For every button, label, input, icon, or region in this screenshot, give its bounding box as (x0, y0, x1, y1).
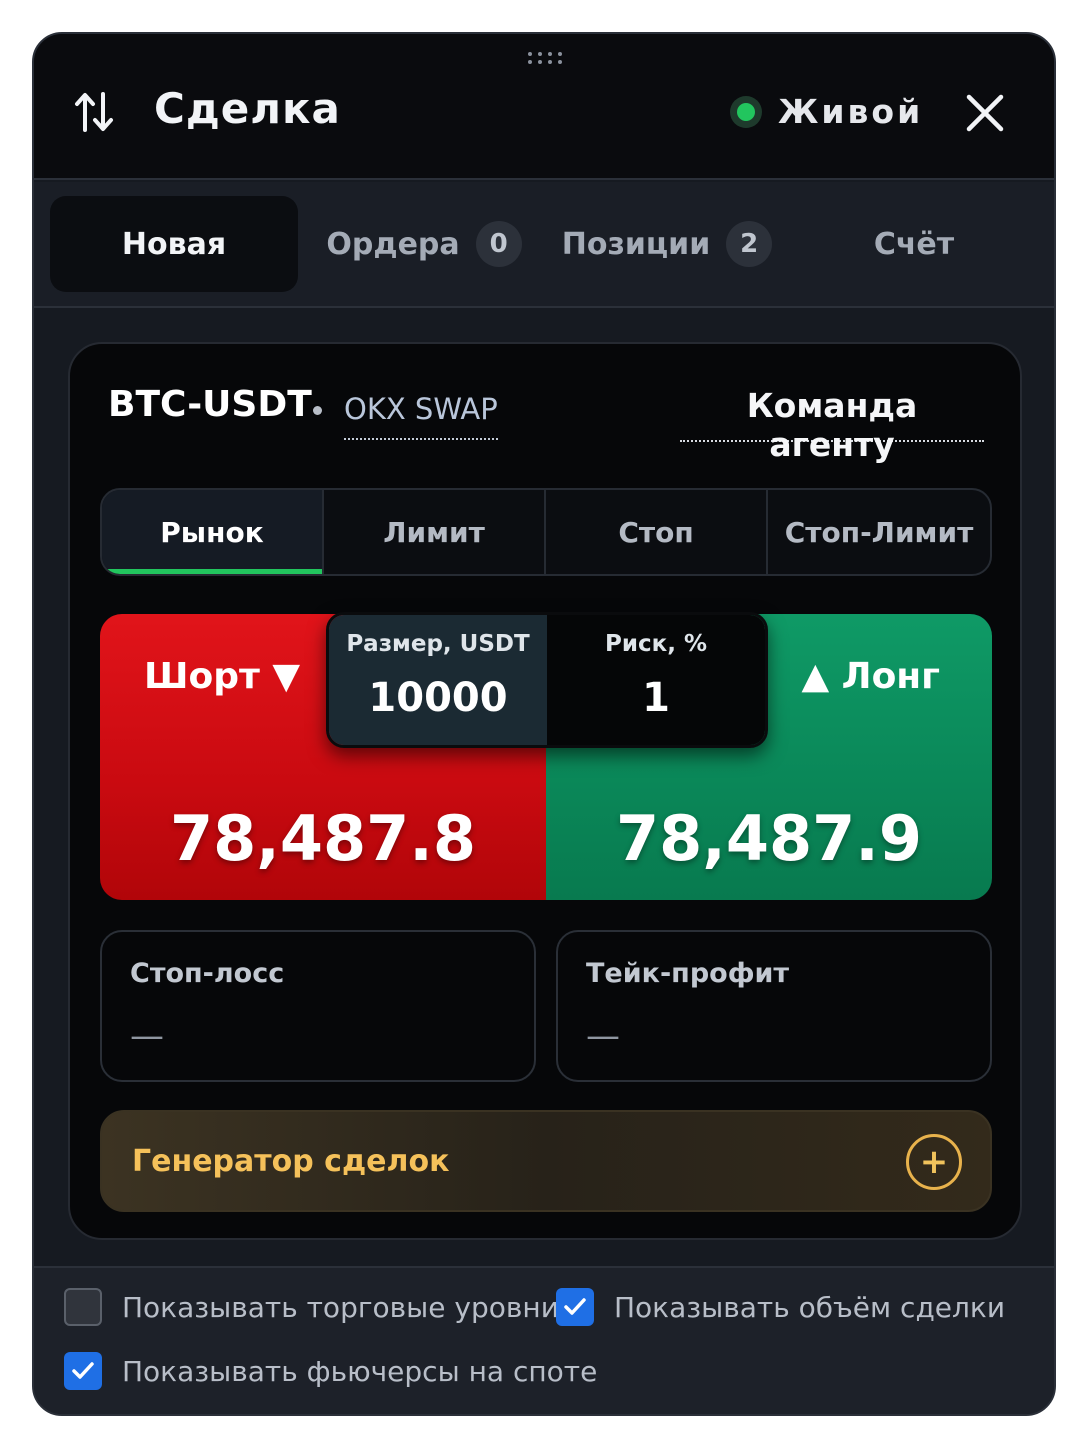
trade-panel: Сделка Живой Новая Ордера 0 Позиции 2 Сч… (32, 32, 1056, 1416)
order-type-limit[interactable]: Лимит (324, 490, 546, 574)
option-show-futures-on-spot[interactable]: Показывать фьючерсы на споте (64, 1352, 597, 1390)
take-profit-field[interactable]: Тейк-профит — (556, 930, 992, 1082)
order-type-stop[interactable]: Стоп (546, 490, 768, 574)
panel-title: Сделка (154, 84, 341, 133)
checkbox-checked[interactable] (64, 1352, 102, 1390)
order-type-stop-limit[interactable]: Стоп-Лимит (768, 490, 990, 574)
take-profit-value: — (586, 1016, 620, 1056)
risk-input[interactable]: Риск, % 1 (547, 615, 765, 745)
tab-label: Новая (121, 226, 227, 262)
live-status-label: Живой (778, 92, 924, 131)
option-label: Показывать торговые уровни (122, 1290, 559, 1324)
long-label: ▲ Лонг (801, 656, 940, 697)
trade-generator[interactable]: Генератор сделок + (100, 1110, 992, 1212)
tab-new[interactable]: Новая (50, 196, 298, 292)
orders-count-badge: 0 (475, 221, 522, 267)
separator-dot (313, 406, 322, 415)
option-show-volume[interactable]: Показывать объём сделки (556, 1288, 1005, 1326)
tab-orders[interactable]: Ордера 0 (316, 196, 532, 292)
option-label: Показывать фьючерсы на споте (122, 1354, 598, 1388)
positions-count-badge: 2 (726, 221, 773, 267)
order-card: BTC-USDT OKX SWAP Команда агенту Рынок Л… (68, 342, 1022, 1240)
stop-loss-value: — (130, 1016, 164, 1056)
order-type-market[interactable]: Рынок (102, 490, 324, 574)
stop-loss-label: Стоп-лосс (130, 958, 285, 989)
tab-label: Позиции (561, 226, 711, 262)
tab-account[interactable]: Счёт (824, 196, 1004, 292)
checkbox-unchecked[interactable] (64, 1288, 102, 1326)
display-options: Показывать торговые уровни Показывать об… (34, 1266, 1054, 1414)
short-price: 78,487.8 (170, 802, 476, 875)
panel-header: Сделка Живой (34, 34, 1054, 180)
agent-command-button[interactable]: Команда агенту (680, 386, 984, 464)
take-profit-label: Тейк-профит (586, 958, 790, 989)
size-input[interactable]: Размер, USDT 10000 (329, 615, 547, 745)
size-risk-box: Размер, USDT 10000 Риск, % 1 (326, 612, 768, 748)
risk-label: Риск, % (604, 631, 707, 657)
tab-label: Ордера (326, 226, 460, 262)
checkbox-checked[interactable] (556, 1288, 594, 1326)
size-value: 10000 (368, 675, 508, 721)
instrument-symbol: BTC-USDT (108, 384, 312, 425)
plus-icon[interactable]: + (906, 1134, 962, 1190)
checkmark-icon (72, 1362, 94, 1379)
risk-value: 1 (642, 675, 670, 721)
option-label: Показывать объём сделки (614, 1290, 1006, 1324)
live-status-indicator (730, 96, 762, 128)
swap-vertical-icon (74, 90, 114, 134)
exchange-selector[interactable]: OKX SWAP (344, 392, 498, 440)
drag-grip-icon[interactable] (528, 50, 564, 66)
short-label: Шорт ▼ (144, 656, 301, 697)
size-label: Размер, USDT (346, 631, 530, 657)
tab-positions[interactable]: Позиции 2 (552, 196, 782, 292)
option-show-levels[interactable]: Показывать торговые уровни (64, 1288, 559, 1326)
stop-loss-field[interactable]: Стоп-лосс — (100, 930, 536, 1082)
checkmark-icon (564, 1298, 586, 1315)
order-type-selector: Рынок Лимит Стоп Стоп-Лимит (100, 488, 992, 576)
close-icon[interactable] (964, 92, 1006, 134)
long-price: 78,487.9 (616, 802, 922, 875)
tab-label: Счёт (873, 226, 955, 262)
main-tabs: Новая Ордера 0 Позиции 2 Счёт (34, 182, 1054, 308)
trade-generator-label: Генератор сделок (132, 1144, 450, 1179)
